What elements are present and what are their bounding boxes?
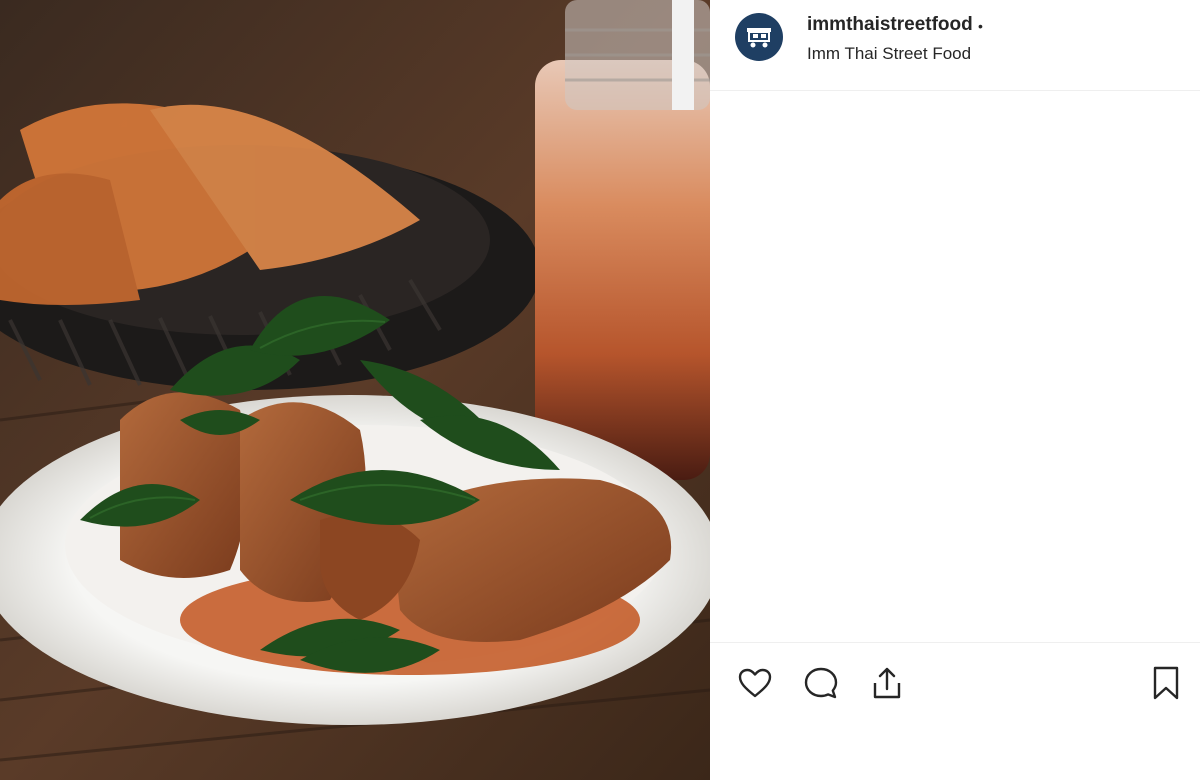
post-photo[interactable] <box>0 0 710 780</box>
comments-area <box>710 91 1200 642</box>
share-icon <box>873 667 901 699</box>
heart-icon <box>738 668 772 698</box>
avatar[interactable] <box>735 13 783 61</box>
save-button[interactable] <box>1146 663 1186 703</box>
food-cart-icon <box>747 28 771 48</box>
post-username[interactable]: immthaistreetfood <box>807 14 977 40</box>
bookmark-icon <box>1153 666 1179 700</box>
header-separator: • <box>978 18 983 34</box>
comment-button[interactable] <box>801 663 841 703</box>
share-button[interactable] <box>867 663 907 703</box>
post-side-panel: immthaistreetfood • Imm Thai Street Food <box>710 0 1200 780</box>
post-header: immthaistreetfood • Imm Thai Street Food <box>710 0 1200 91</box>
comment-icon <box>804 667 838 699</box>
post-location[interactable]: Imm Thai Street Food <box>807 44 971 64</box>
food-photo-illustration <box>0 0 710 780</box>
action-bar <box>710 642 1200 723</box>
like-button[interactable] <box>735 663 775 703</box>
